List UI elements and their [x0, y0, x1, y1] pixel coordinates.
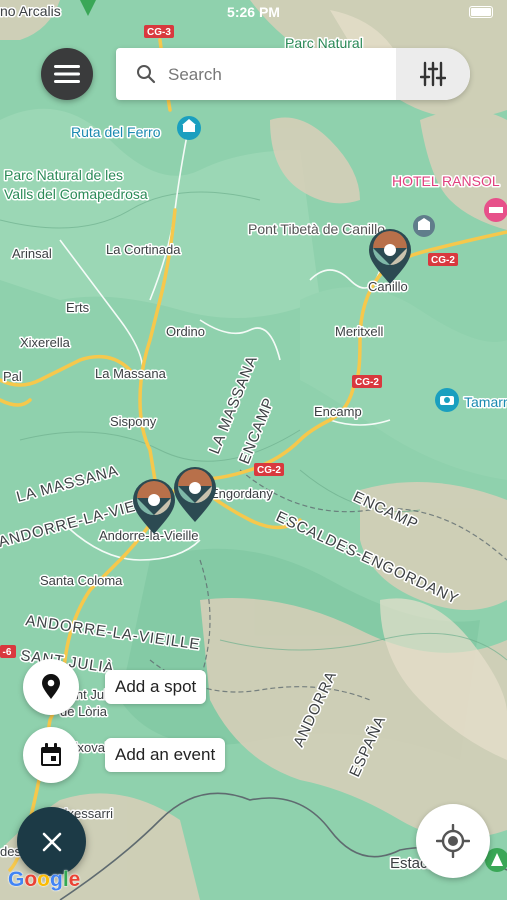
calendar-icon — [41, 743, 61, 766]
label-ordino: Ordino — [166, 324, 205, 339]
label-xixerella: Xixerella — [20, 335, 71, 350]
label-erts: Erts — [66, 300, 90, 315]
search-bar — [116, 48, 470, 100]
label-andorra-vieille: Andorre-la-Vieille — [99, 528, 198, 543]
ruta-ferro-poi-icon[interactable] — [177, 116, 201, 140]
add-event-label[interactable]: Add an event — [105, 738, 226, 772]
road-label-cg2-canillo: CG-2 — [431, 255, 455, 266]
map-pin-icon — [42, 674, 60, 699]
status-time: 5:26 PM — [227, 4, 280, 20]
hotel-poi-icon[interactable] — [484, 198, 507, 222]
label-hotel: HOTEL RANSOL — [392, 173, 500, 189]
hamburger-icon — [54, 65, 80, 83]
pont-tibeta-poi-icon[interactable] — [413, 215, 435, 237]
label-arinsal: Arinsal — [12, 246, 52, 261]
search-icon — [137, 65, 156, 84]
battery-icon — [469, 6, 493, 18]
menu-button[interactable] — [41, 48, 93, 100]
label-encamp-town: Encamp — [314, 404, 362, 419]
sliders-icon — [420, 61, 446, 87]
close-actions-button[interactable] — [17, 807, 86, 876]
status-bar: 5:26 PM — [0, 4, 507, 22]
add-spot-label[interactable]: Add a spot — [105, 670, 207, 704]
label-la-massana: La Massana — [95, 366, 167, 381]
label-pont: Pont Tibetà de Canillo — [248, 221, 385, 237]
label-la-cortinada: La Cortinada — [106, 242, 181, 257]
close-icon — [42, 832, 61, 851]
label-pal: Pal — [3, 369, 22, 384]
add-event-button[interactable] — [23, 727, 79, 783]
label-santa-coloma: Santa Coloma — [40, 573, 123, 588]
road-label-cg3: CG-3 — [147, 27, 171, 38]
road-label-cg2-escaldes: CG-2 — [257, 465, 281, 476]
locate-me-button[interactable] — [416, 804, 490, 878]
filter-button[interactable] — [396, 48, 470, 100]
add-spot-button[interactable] — [23, 659, 79, 715]
road-label-cg2-encamp: CG-2 — [355, 377, 379, 388]
road-label-cg6: -6 — [3, 647, 12, 658]
label-engordany: Engordany — [210, 486, 273, 501]
label-sispony: Sispony — [110, 414, 157, 429]
label-parc-valls-1: Parc Natural de les — [4, 167, 123, 183]
crosshair-location-icon — [436, 824, 470, 858]
tamarro-camera-icon[interactable] — [435, 388, 459, 412]
label-tamarro: Tamarr — [464, 394, 507, 410]
label-ruta-ferro: Ruta del Ferro — [71, 124, 161, 140]
label-parc-valls-2: Valls del Comapedrosa — [4, 186, 148, 202]
google-logo: Google — [8, 868, 81, 892]
search-input[interactable] — [166, 58, 390, 92]
label-meritxell: Meritxell — [335, 324, 384, 339]
